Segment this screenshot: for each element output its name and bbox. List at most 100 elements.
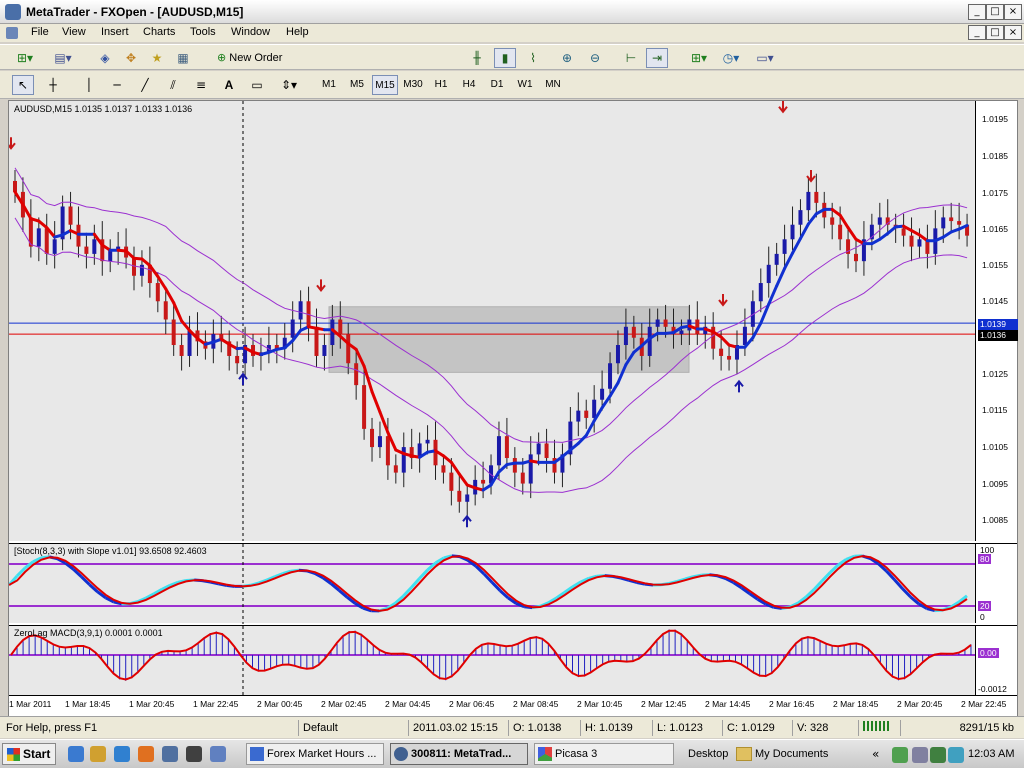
status-bar: For Help, press F1 Default 2011.03.02 15… <box>0 716 1024 738</box>
menu-help[interactable]: Help <box>286 26 309 38</box>
bullish-candle <box>92 239 97 254</box>
desktop-toolbar[interactable]: Desktop <box>688 748 728 760</box>
terminal-icon[interactable]: ★ <box>146 48 168 68</box>
bullish-candle <box>623 326 628 346</box>
media-icon[interactable] <box>186 746 202 762</box>
stochastic-axis: 100 80 20 0 <box>975 543 1017 623</box>
fibonacci-icon[interactable]: ≡ <box>190 75 212 95</box>
time-tick-label: 2 Mar 18:45 <box>833 699 879 709</box>
zoom-out-icon[interactable]: ⊖ <box>584 48 606 68</box>
blue-line-price-tag: 1.0139 <box>978 319 1018 330</box>
price-tick-label: 1.0115 <box>982 405 1008 415</box>
macd-pane[interactable]: ZeroLag MACD(3,9,1) 0.0001 0.0001 <box>9 625 975 696</box>
explorer-icon[interactable] <box>90 746 106 762</box>
bearish-candle <box>354 363 359 386</box>
task-picasa[interactable]: Picasa 3 <box>534 743 674 765</box>
stochastic-pane[interactable]: [Stoch(8,3,3) with Slope v1.01] 93.6508 … <box>9 543 975 624</box>
tf-m30[interactable]: M30 <box>400 75 426 95</box>
profiles-icon[interactable]: ▤▾ <box>48 48 78 68</box>
price-chart-canvas[interactable] <box>9 101 975 541</box>
price-axis[interactable]: 1.0195 1.0185 1.0175 1.0165 1.0155 1.0145 1.01… <box>975 101 1018 541</box>
bullish-candle <box>615 345 620 364</box>
macd-header: ZeroLag MACD(3,9,1) 0.0001 0.0001 <box>14 628 163 638</box>
volume-tray-icon[interactable] <box>912 747 928 763</box>
child-close-button[interactable]: × <box>1004 25 1022 40</box>
ie-icon[interactable] <box>68 746 84 762</box>
bar-chart-icon[interactable]: ╫ <box>466 48 488 68</box>
tf-m1[interactable]: M1 <box>316 75 342 95</box>
auto-scroll-icon[interactable]: ⊢ <box>620 48 642 68</box>
tools-icon[interactable] <box>162 746 178 762</box>
price-pane[interactable]: AUDUSD,M15 1.0135 1.0137 1.0133 1.0136 <box>9 101 975 541</box>
chart-shift-icon[interactable]: ⇥ <box>646 48 668 68</box>
tf-d1[interactable]: D1 <box>484 75 510 95</box>
tf-m5[interactable]: M5 <box>344 75 370 95</box>
bullish-candle <box>36 228 41 247</box>
vertical-line-icon[interactable]: │ <box>78 75 100 95</box>
security-tray-icon[interactable] <box>930 747 946 763</box>
line-chart-icon[interactable]: ⌇ <box>522 48 544 68</box>
minimize-button[interactable]: _ <box>968 4 986 20</box>
macd-level-low: -0.0012 <box>978 684 1007 694</box>
network-tray-icon[interactable] <box>892 747 908 763</box>
start-button[interactable]: Start <box>2 743 56 765</box>
tray-expand-icon[interactable]: « <box>872 747 879 761</box>
periods-icon[interactable]: ◷▾ <box>716 48 746 68</box>
child-minimize-button[interactable]: _ <box>968 25 986 40</box>
menu-tools[interactable]: Tools <box>190 26 216 38</box>
bullish-candle <box>790 224 795 240</box>
firefox-icon[interactable] <box>138 746 154 762</box>
tf-mn[interactable]: MN <box>540 75 566 95</box>
menu-file[interactable]: File <box>31 26 49 38</box>
menu-view[interactable]: View <box>62 26 86 38</box>
tf-m15[interactable]: M15 <box>372 75 398 95</box>
text-label-tool[interactable]: A <box>218 75 240 95</box>
menu-insert[interactable]: Insert <box>101 26 129 38</box>
desktop-shortcut-icon[interactable] <box>210 746 226 762</box>
zoom-in-icon[interactable]: ⊕ <box>556 48 578 68</box>
bearish-candle <box>13 180 17 192</box>
new-order-icon: ⊕ <box>217 51 227 64</box>
equidistant-channel-icon[interactable]: ⫽ <box>162 75 184 95</box>
menu-window[interactable]: Window <box>231 26 270 38</box>
new-order-button[interactable]: ⊕ New Order <box>214 48 294 68</box>
indicators-icon[interactable]: ⊞▾ <box>684 48 714 68</box>
restore-button[interactable]: □ <box>986 4 1004 20</box>
chart-window-icon[interactable] <box>6 27 18 39</box>
horizontal-line-icon[interactable]: ─ <box>106 75 128 95</box>
tf-w1[interactable]: W1 <box>512 75 538 95</box>
task-metatrader[interactable]: 300811: MetaTrad... <box>390 743 528 765</box>
trendline-icon[interactable]: ╱ <box>134 75 156 95</box>
market-watch-icon[interactable]: ◈ <box>94 48 116 68</box>
macd-axis: 0.00 -0.0012 <box>975 625 1017 695</box>
metatrader-app-icon[interactable] <box>5 4 21 20</box>
bearish-candle <box>909 235 914 247</box>
task-forex-market-hours[interactable]: Forex Market Hours ... <box>246 743 384 765</box>
navigator-icon[interactable]: ✥ <box>120 48 142 68</box>
stochastic-header: [Stoch(8,3,3) with Slope v1.01] 93.6508 … <box>14 546 207 556</box>
cursor-icon[interactable]: ↖ <box>12 75 34 95</box>
new-chart-icon[interactable]: ⊞▾ <box>10 48 40 68</box>
chrome-icon[interactable] <box>114 746 130 762</box>
bearish-candle <box>171 319 176 346</box>
tf-h1[interactable]: H1 <box>428 75 454 95</box>
templates-icon[interactable]: ▭▾ <box>750 48 780 68</box>
arrows-icon[interactable]: ⇕▾ <box>274 75 304 95</box>
status-low: L: 1.0123 <box>652 720 722 736</box>
update-tray-icon[interactable] <box>948 747 964 763</box>
stochastic-canvas[interactable] <box>9 544 975 624</box>
bearish-candle <box>957 221 962 225</box>
red-line-price-tag: 1.0136 <box>978 330 1018 341</box>
menu-charts[interactable]: Charts <box>143 26 175 38</box>
my-documents-toolbar[interactable]: My Documents <box>755 748 828 760</box>
close-button[interactable]: × <box>1004 4 1022 20</box>
text-label-icon[interactable]: ▭ <box>246 75 268 95</box>
strategy-tester-icon[interactable]: ▦ <box>172 48 194 68</box>
child-restore-button[interactable]: □ <box>986 25 1004 40</box>
tf-h4[interactable]: H4 <box>456 75 482 95</box>
bearish-candle <box>441 465 446 473</box>
candlesticks-icon[interactable]: ▮ <box>494 48 516 68</box>
crosshair-icon[interactable]: ┼ <box>42 75 64 95</box>
price-tick-label: 1.0175 <box>982 188 1008 198</box>
price-tick-label: 1.0155 <box>982 260 1008 270</box>
